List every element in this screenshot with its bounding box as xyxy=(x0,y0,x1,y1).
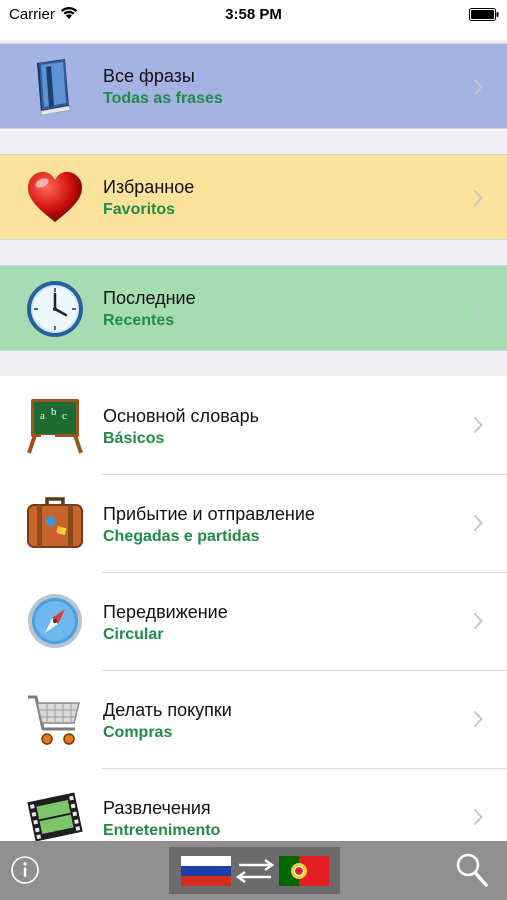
battery-icon xyxy=(469,8,499,21)
language-switch-button[interactable] xyxy=(169,847,340,894)
chalkboard-icon: a b c xyxy=(27,399,83,454)
clock-icon xyxy=(27,281,83,337)
phrase-category-list: Все фразы Todas as frases Избранное Favo… xyxy=(0,40,507,866)
chevron-right-icon xyxy=(473,189,483,207)
bottom-toolbar xyxy=(0,841,507,900)
info-icon[interactable] xyxy=(10,855,40,885)
category-row-shopping[interactable]: Делать покупки Compras xyxy=(0,670,507,768)
all-phrases-row[interactable]: Все фразы Todas as frases xyxy=(0,43,507,129)
row-title: Передвижение xyxy=(103,602,228,622)
category-row-getting-around[interactable]: Передвижение Circular xyxy=(0,572,507,670)
russia-flag-icon xyxy=(181,856,231,886)
portugal-flag-icon xyxy=(279,856,329,886)
row-title: Последние xyxy=(103,288,196,308)
row-title: Основной словарь xyxy=(103,406,259,426)
heart-icon xyxy=(27,171,83,222)
row-subtitle: Chegadas e partidas xyxy=(103,528,260,545)
row-subtitle: Circular xyxy=(103,626,164,643)
row-title: Избранное xyxy=(103,177,195,197)
status-time: 3:58 PM xyxy=(225,6,282,23)
chevron-right-icon xyxy=(473,612,483,630)
compass-icon xyxy=(28,594,82,648)
recent-row[interactable]: Последние Recentes xyxy=(0,265,507,351)
chevron-right-icon xyxy=(473,514,483,532)
row-title: Делать покупки xyxy=(103,700,232,720)
shopping-cart-icon xyxy=(28,695,80,745)
chevron-right-icon xyxy=(473,808,483,826)
category-row-basics[interactable]: a b c Основной словарь Básicos xyxy=(0,376,507,474)
row-title: Прибытие и отправление xyxy=(103,504,315,524)
film-icon xyxy=(27,792,83,842)
row-subtitle: Compras xyxy=(103,724,173,741)
row-subtitle: Recentes xyxy=(103,312,175,329)
favorites-row[interactable]: Избранное Favoritos xyxy=(0,154,507,240)
svg-text:b: b xyxy=(51,406,57,418)
row-subtitle: Básicos xyxy=(103,430,165,447)
chevron-right-icon xyxy=(473,300,483,318)
row-title: Все фразы xyxy=(103,66,195,86)
row-subtitle: Entretenimento xyxy=(103,822,221,839)
book-icon xyxy=(37,59,71,116)
row-title: Развлечения xyxy=(103,798,211,818)
chevron-right-icon xyxy=(473,416,483,434)
chevron-right-icon xyxy=(473,78,483,96)
chevron-right-icon xyxy=(473,710,483,728)
search-icon[interactable] xyxy=(455,852,489,888)
category-row-arrivals-departures[interactable]: Прибытие и отправление Chegadas e partid… xyxy=(0,474,507,572)
suitcase-icon xyxy=(27,497,83,548)
svg-text:a: a xyxy=(40,410,45,422)
row-subtitle: Favoritos xyxy=(103,201,176,218)
svg-text:c: c xyxy=(62,410,67,422)
row-subtitle: Todas as frases xyxy=(103,90,223,107)
status-bar: Carrier 3:58 PM xyxy=(0,0,507,40)
